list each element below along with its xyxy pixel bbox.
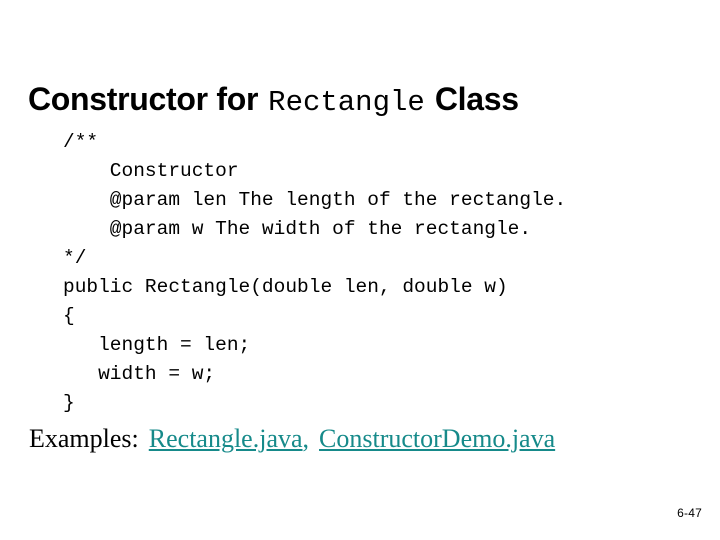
- examples-row: Examples: Rectangle.java, ConstructorDemo.…: [29, 424, 555, 458]
- code-line: width = w;: [63, 363, 216, 385]
- page-title-suffix: Class: [434, 81, 519, 118]
- slide-canvas: Constructor for Rectangle Class /** Constr…: [0, 0, 720, 540]
- examples-label: Examples:: [29, 424, 139, 453]
- example-link-constructor-demo-java[interactable]: ConstructorDemo.java: [319, 424, 555, 453]
- code-line: public Rectangle(double len, double w): [63, 276, 508, 298]
- examples-separator: ,: [302, 424, 310, 453]
- page-title-code-word: Rectangle: [268, 86, 425, 120]
- code-line: @param len The length of the rectangle.: [63, 189, 567, 211]
- code-line: length = len;: [63, 334, 251, 356]
- page-title: Constructor for Rectangle Class: [28, 79, 692, 123]
- page-title-prefix: Constructor for: [28, 81, 259, 118]
- code-line: @param w The width of the rectangle.: [63, 218, 532, 240]
- code-line: {: [63, 305, 75, 327]
- code-line: Constructor: [63, 160, 239, 182]
- example-link-rectangle-java[interactable]: Rectangle.java: [149, 424, 303, 453]
- code-block: /** Constructor @param len The length of…: [63, 128, 663, 418]
- code-line: */: [63, 247, 87, 269]
- code-line: }: [63, 392, 75, 414]
- page-number: 6-47: [677, 506, 702, 520]
- code-line: /**: [63, 131, 99, 153]
